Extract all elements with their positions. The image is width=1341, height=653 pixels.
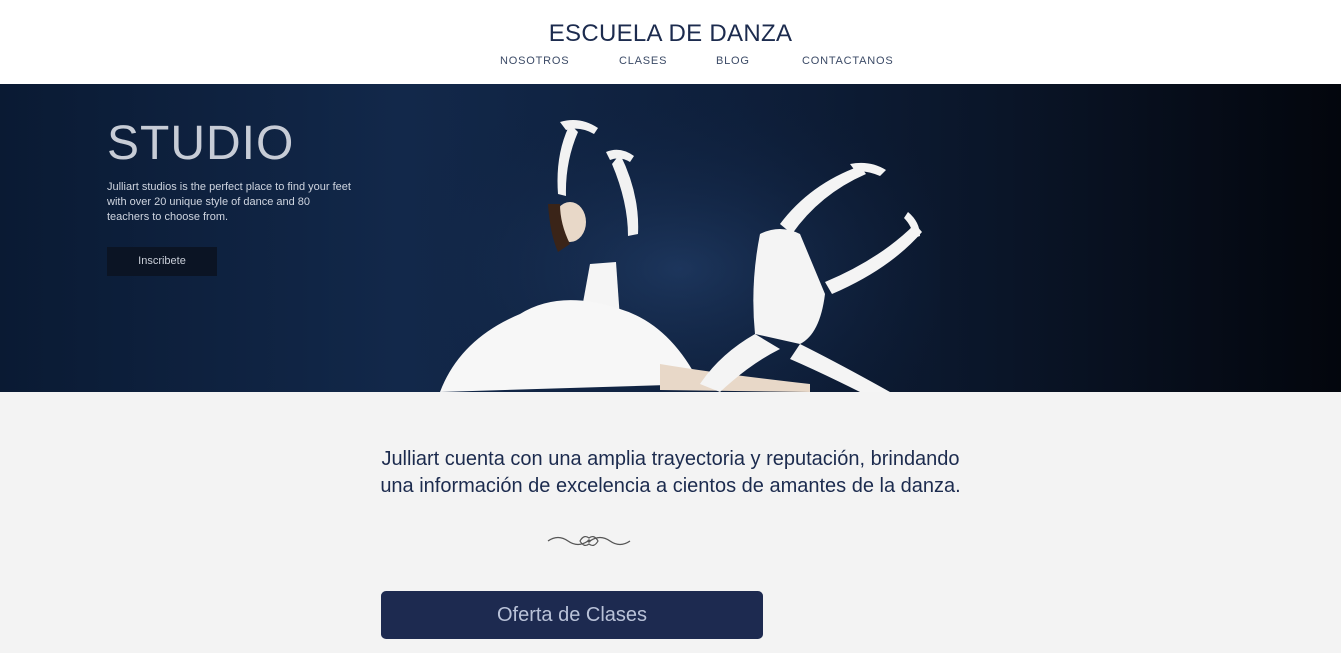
hero-description: Julliart studios is the perfect place to… xyxy=(107,181,351,223)
main-nav: NOSOTROS CLASES BLOG CONTACTANOS xyxy=(0,55,1341,69)
nav-clases[interactable]: CLASES xyxy=(619,55,667,67)
flourish-divider-icon xyxy=(547,535,631,547)
dancers-image xyxy=(420,84,940,392)
nav-nosotros[interactable]: NOSOTROS xyxy=(500,55,569,67)
oferta-de-clases-button[interactable]: Oferta de Clases xyxy=(381,591,763,639)
tagline-line-2: una información de excelencia a cientos … xyxy=(380,475,961,497)
tagline-line-1: Julliart cuenta con una amplia trayector… xyxy=(381,448,960,470)
intro-tagline: Julliart cuenta con una amplia trayector… xyxy=(0,446,1341,500)
hero-banner: STUDIO Julliart studios is the perfect p… xyxy=(0,84,1341,392)
nav-contactanos[interactable]: CONTACTANOS xyxy=(802,55,894,67)
nav-blog[interactable]: BLOG xyxy=(716,55,750,67)
site-logo[interactable]: ESCUELA DE DANZA xyxy=(0,20,1341,48)
site-header: ESCUELA DE DANZA NOSOTROS CLASES BLOG CO… xyxy=(0,0,1341,84)
inscribete-button[interactable]: Inscribete xyxy=(107,247,217,276)
hero-title: STUDIO xyxy=(107,117,295,170)
